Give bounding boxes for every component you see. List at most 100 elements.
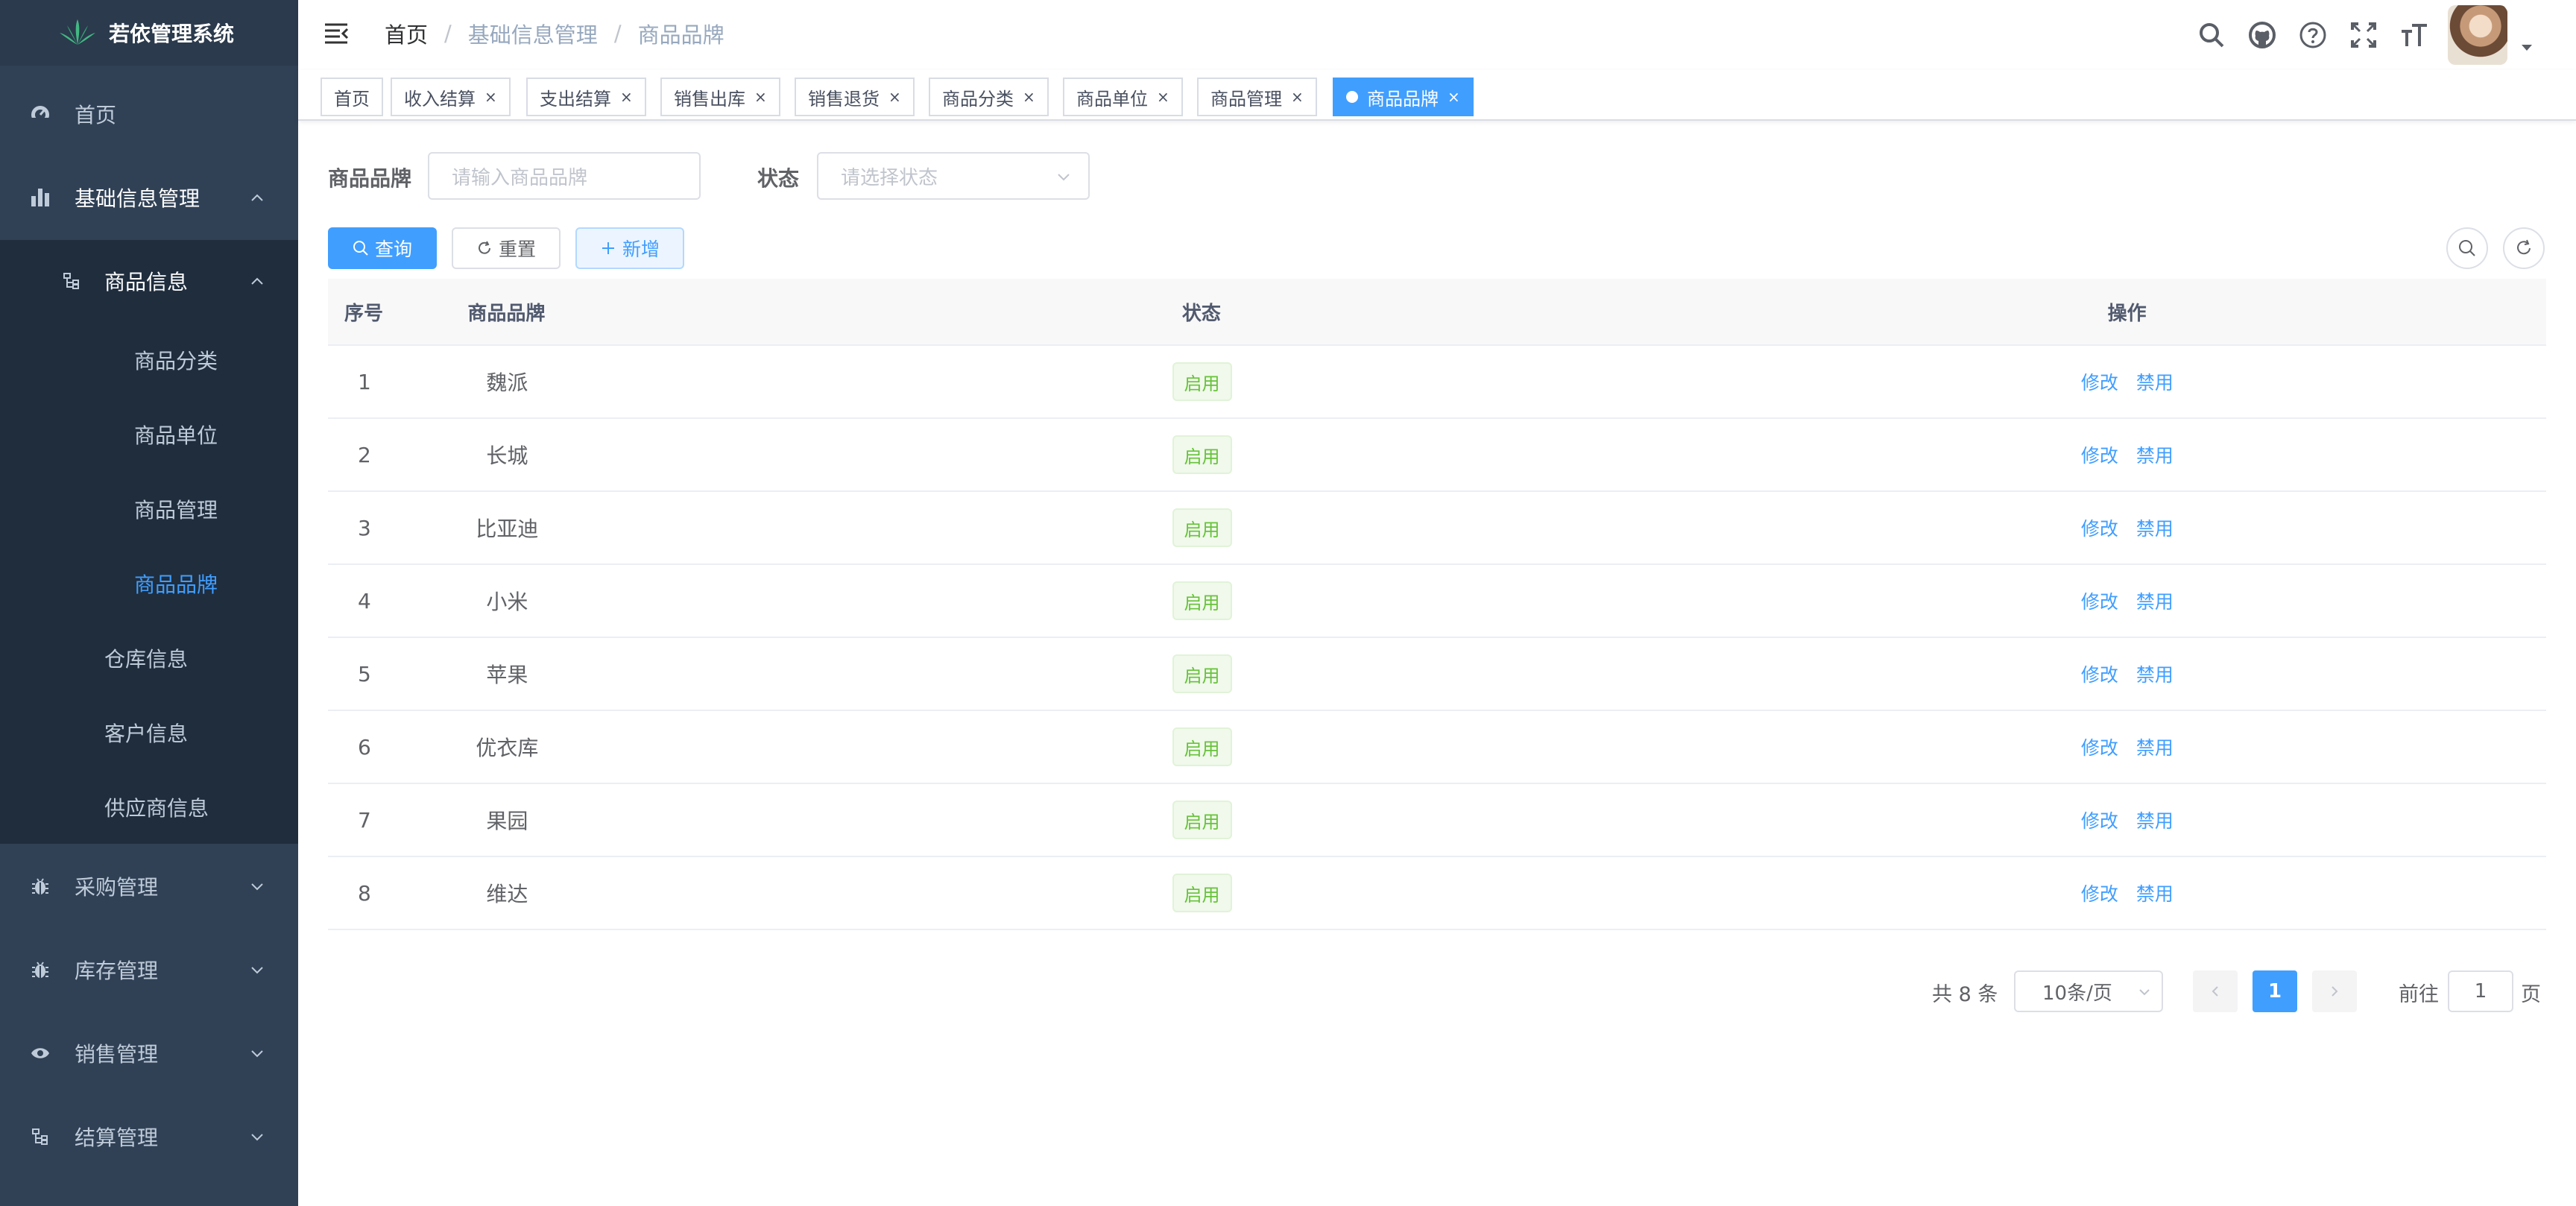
- user-avatar[interactable]: [2448, 5, 2507, 65]
- sidebar-item-customer[interactable]: 客户信息: [0, 708, 298, 757]
- sidebar-item-product-info[interactable]: 商品信息: [0, 256, 298, 306]
- status-badge: 启用: [1172, 801, 1232, 839]
- sidebar-item-product-brand[interactable]: 商品品牌: [0, 559, 298, 608]
- close-icon[interactable]: ×: [754, 88, 767, 106]
- disable-link[interactable]: 禁用: [2136, 733, 2174, 760]
- cell-status: 启用: [695, 654, 1708, 693]
- logo-icon: [60, 19, 95, 45]
- close-icon[interactable]: ×: [1023, 88, 1035, 106]
- sidebar-item-product-manage[interactable]: 商品管理: [0, 484, 298, 534]
- edit-link[interactable]: 修改: [2081, 514, 2118, 541]
- breadcrumb: 首页 / 基础信息管理 / 商品品牌: [385, 18, 724, 49]
- edit-link[interactable]: 修改: [2081, 660, 2118, 687]
- breadcrumb-separator: /: [613, 21, 622, 46]
- tag-sales-outbound[interactable]: 销售出库 ×: [660, 78, 780, 116]
- edit-link[interactable]: 修改: [2081, 733, 2118, 760]
- sidebar-item-label: 商品管理: [134, 498, 218, 523]
- search-icon[interactable]: [2194, 18, 2229, 52]
- goto-page-input[interactable]: 1: [2448, 970, 2513, 1012]
- edit-link[interactable]: 修改: [2081, 368, 2118, 395]
- sidebar-item-product-category[interactable]: 商品分类: [0, 335, 298, 385]
- close-icon[interactable]: ×: [888, 88, 901, 106]
- breadcrumb-item: 商品品牌: [637, 22, 724, 48]
- chevron-down-icon: [2139, 989, 2150, 996]
- next-page-button[interactable]: [2312, 970, 2357, 1012]
- sidebar-logo[interactable]: 若依管理系统: [0, 0, 298, 66]
- disable-link[interactable]: 禁用: [2136, 880, 2174, 906]
- tag-product-manage[interactable]: 商品管理 ×: [1197, 78, 1317, 116]
- disable-link[interactable]: 禁用: [2136, 587, 2174, 614]
- tag-home[interactable]: 首页: [321, 78, 383, 116]
- table-header-row: 序号 商品品牌 状态 操作: [328, 279, 2546, 346]
- sidebar-item-basic-info[interactable]: 基础信息管理: [0, 173, 298, 222]
- brand-search-input[interactable]: 请输入商品品牌: [428, 152, 701, 200]
- tag-expense-settlement[interactable]: 支出结算 ×: [526, 78, 646, 116]
- close-icon[interactable]: ×: [484, 88, 497, 106]
- close-icon[interactable]: ×: [1448, 88, 1460, 106]
- github-icon[interactable]: [2245, 18, 2279, 52]
- font-size-icon[interactable]: [2397, 18, 2431, 52]
- cell-brand: 比亚迪: [476, 517, 539, 541]
- refresh-table-button[interactable]: [2503, 227, 2545, 269]
- toggle-search-button[interactable]: [2446, 227, 2488, 269]
- sidebar: 若依管理系统 首页 基础信息管理 商品信息 商品分类 商品单位 商品管理 商品品…: [0, 0, 298, 1206]
- disable-link[interactable]: 禁用: [2136, 514, 2174, 541]
- page-size-select[interactable]: 10条/页: [2014, 970, 2163, 1012]
- cell-brand: 长城: [486, 443, 528, 468]
- chevron-down-icon: [1058, 174, 1070, 181]
- edit-link[interactable]: 修改: [2081, 587, 2118, 614]
- status-badge: 启用: [1172, 362, 1232, 401]
- column-header-actions: 操作: [2107, 302, 2147, 325]
- table-row: 4 小米 启用 修改 禁用: [328, 565, 2546, 638]
- status-select[interactable]: 请选择状态: [817, 152, 1090, 200]
- status-select-placeholder: 请选择状态: [841, 166, 938, 189]
- search-icon: [353, 241, 368, 256]
- caret-down-icon[interactable]: [2519, 40, 2534, 55]
- sidebar-item-sales[interactable]: 销售管理: [0, 1029, 298, 1078]
- disable-link[interactable]: 禁用: [2136, 660, 2174, 687]
- sidebar-item-home[interactable]: 首页: [0, 89, 298, 139]
- navbar-right-menu: [2178, 4, 2534, 66]
- breadcrumb-item[interactable]: 首页: [385, 18, 428, 49]
- tag-product-unit[interactable]: 商品单位 ×: [1063, 78, 1183, 116]
- page-number-button[interactable]: 1: [2253, 970, 2297, 1012]
- sidebar-item-label: 供应商信息: [104, 796, 209, 821]
- tag-label: 收入结算: [404, 88, 476, 110]
- sidebar-item-purchase[interactable]: 采购管理: [0, 862, 298, 911]
- close-icon[interactable]: ×: [620, 88, 633, 106]
- fullscreen-icon[interactable]: [2346, 18, 2381, 52]
- query-button[interactable]: 查询: [328, 227, 437, 269]
- chevron-left-icon: [2212, 986, 2218, 997]
- sidebar-item-inventory[interactable]: 库存管理: [0, 945, 298, 994]
- tag-product-brand[interactable]: 商品品牌 ×: [1333, 78, 1474, 116]
- edit-link[interactable]: 修改: [2081, 806, 2118, 833]
- disable-link[interactable]: 禁用: [2136, 368, 2174, 395]
- close-icon[interactable]: ×: [1291, 88, 1304, 106]
- disable-link[interactable]: 禁用: [2136, 441, 2174, 468]
- sidebar-item-product-unit[interactable]: 商品单位: [0, 410, 298, 459]
- tag-income-settlement[interactable]: 收入结算 ×: [391, 78, 511, 116]
- hamburger-icon[interactable]: [323, 21, 349, 46]
- add-button[interactable]: 新增: [575, 227, 684, 269]
- help-icon[interactable]: [2296, 18, 2330, 52]
- reset-button[interactable]: 重置: [452, 227, 561, 269]
- tag-sales-return[interactable]: 销售退货 ×: [795, 78, 915, 116]
- breadcrumb-separator: /: [444, 21, 452, 46]
- disable-link[interactable]: 禁用: [2136, 806, 2174, 833]
- sidebar-item-label: 结算管理: [75, 1126, 159, 1150]
- sidebar-item-label: 采购管理: [75, 875, 159, 900]
- edit-link[interactable]: 修改: [2081, 441, 2118, 468]
- cell-actions: 修改 禁用: [1708, 733, 2546, 760]
- tag-label: 销售退货: [808, 88, 880, 110]
- sidebar-item-supplier[interactable]: 供应商信息: [0, 783, 298, 832]
- edit-link[interactable]: 修改: [2081, 880, 2118, 906]
- prev-page-button[interactable]: [2193, 970, 2238, 1012]
- sidebar-item-settlement[interactable]: 结算管理: [0, 1112, 298, 1161]
- tag-product-category[interactable]: 商品分类 ×: [929, 78, 1049, 116]
- status-badge: 启用: [1172, 727, 1232, 766]
- sidebar-item-label: 销售管理: [75, 1042, 159, 1067]
- cell-actions: 修改 禁用: [1708, 587, 2546, 614]
- chevron-down-icon: [251, 883, 263, 891]
- close-icon[interactable]: ×: [1157, 88, 1169, 106]
- sidebar-item-warehouse[interactable]: 仓库信息: [0, 634, 298, 683]
